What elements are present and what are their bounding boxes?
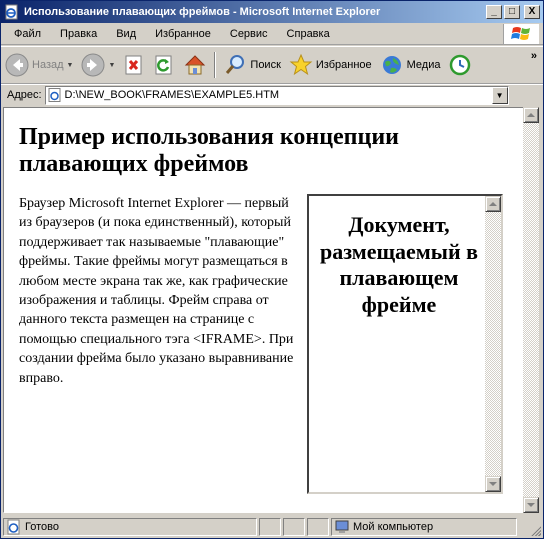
page-heading: Пример использования концепции плавающих… [19,124,399,177]
back-arrow-icon [5,53,29,77]
floating-iframe[interactable]: Документ, размещаемый в плавающем фрейме [307,194,503,494]
search-icon [226,55,245,74]
status-bar: Готово Мой компьютер [1,516,543,538]
search-button[interactable]: Поиск [219,49,284,81]
history-clock-icon [450,54,471,76]
arrow-up-icon [527,113,535,117]
main-scrollbar[interactable] [523,107,539,513]
forward-arrow-icon [81,53,105,77]
media-button[interactable]: Медиа [376,49,445,81]
media-label: Медиа [406,59,441,71]
stop-button[interactable] [119,49,149,81]
back-label: Назад [32,59,64,71]
done-page-icon [7,519,20,535]
maximize-button[interactable]: □ [504,5,520,19]
main-scroll-up-button[interactable] [523,107,539,123]
menu-view[interactable]: Вид [103,28,142,40]
ie-page-icon [5,4,18,20]
windows-logo-icon [503,24,539,44]
arrow-down-icon [489,482,497,486]
iframe-scrollbar[interactable] [485,196,501,492]
address-value[interactable]: D:\NEW_BOOK\FRAMES\EXAMPLE5.HTM [65,89,492,101]
toolbar-more-chevron-icon[interactable]: » [531,50,537,62]
iframe-scroll-up-button[interactable] [485,196,501,212]
main-scroll-down-button[interactable] [523,497,539,513]
back-dropdown-icon[interactable]: ▼ [67,62,74,69]
my-computer-icon [335,520,349,533]
star-icon [289,53,313,76]
arrow-up-icon [489,202,497,206]
resize-grip-icon[interactable] [529,524,541,536]
refresh-button[interactable] [149,49,179,81]
menu-file[interactable]: Файл [1,28,47,40]
window-controls: _ □ X [486,5,540,19]
close-button[interactable]: X [524,5,540,19]
page-paragraph: Браузер Microsoft Internet Explorer — пе… [19,196,294,386]
menu-favorites[interactable]: Избранное [142,28,217,40]
title-bar[interactable]: Использование плавающих фреймов - Micros… [1,1,543,23]
document-viewport[interactable]: Пример использования концепции плавающих… [3,107,525,513]
address-label: Адрес: [7,89,42,101]
status-zone-text: Мой компьютер [353,521,434,533]
minimize-icon: _ [491,6,497,17]
status-text: Готово [25,521,59,533]
arrow-down-icon [527,503,535,507]
menu-tools[interactable]: Сервис [217,28,274,40]
iframe-heading: Документ, размещаемый в плавающем фрейме [319,212,479,317]
status-panel-extra [307,518,329,536]
browser-window: Использование плавающих фреймов - Micros… [0,0,544,539]
forward-button[interactable]: ▼ [77,49,119,81]
status-zone-panel[interactable]: Мой компьютер [331,518,517,536]
history-button[interactable] [444,49,476,81]
minimize-button[interactable]: _ [486,5,502,19]
home-button[interactable] [179,49,211,81]
address-bar: Адрес: D:\NEW_BOOK\FRAMES\EXAMPLE5.HTM ▼ [1,84,543,105]
status-panel-secure [283,518,305,536]
forward-dropdown-icon[interactable]: ▼ [108,62,115,69]
home-icon [185,55,206,75]
address-dropdown-button[interactable]: ▼ [491,86,508,104]
window-title: Использование плавающих фреймов - Micros… [24,6,381,18]
chevron-down-icon: ▼ [495,90,504,100]
maximize-icon: □ [508,6,516,17]
stop-icon [125,55,142,75]
standard-toolbar: Назад ▼ ▼ Поиск Избранное Медиа » [1,46,543,84]
toolbar-separator [214,52,217,78]
menu-bar: Файл Правка Вид Избранное Сервис Справка [1,23,543,45]
iframe-scroll-down-button[interactable] [485,476,501,492]
favorites-button[interactable]: Избранное [285,49,376,81]
favorites-label: Избранное [315,59,372,71]
search-label: Поиск [250,59,281,71]
page-icon [48,88,61,102]
iframe-document: Документ, размещаемый в плавающем фрейме [309,196,485,492]
back-button[interactable]: Назад ▼ [1,49,77,81]
menu-help[interactable]: Справка [274,28,336,40]
status-main-panel: Готово [3,518,257,536]
media-globe-icon [382,56,401,74]
close-icon: X [528,6,536,17]
status-panel-progress [259,518,281,536]
refresh-icon [155,55,172,75]
address-input[interactable]: D:\NEW_BOOK\FRAMES\EXAMPLE5.HTM ▼ [44,85,509,105]
menu-edit[interactable]: Правка [47,28,103,40]
